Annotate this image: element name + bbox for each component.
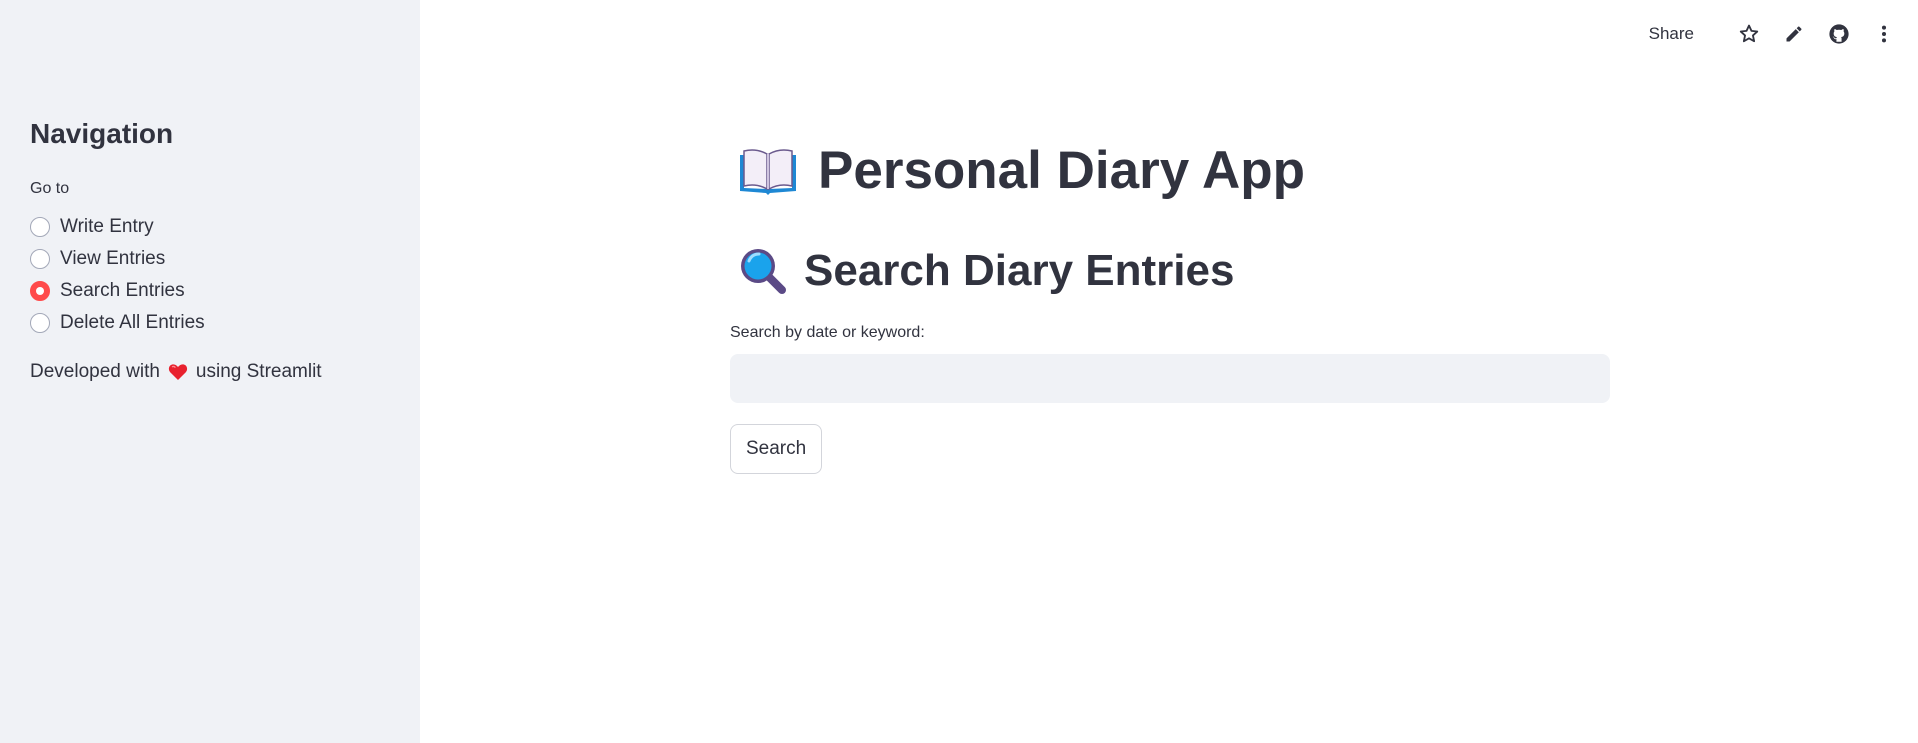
magnifying-glass-icon bbox=[738, 246, 788, 296]
radio-button[interactable] bbox=[30, 217, 50, 237]
search-button[interactable]: Search bbox=[730, 424, 823, 474]
radio-label: Write Entry bbox=[60, 216, 154, 237]
star-icon[interactable] bbox=[1737, 22, 1761, 46]
goto-label: Go to bbox=[30, 180, 70, 197]
sidebar: Navigation Go to Write Entry View Entrie… bbox=[0, 0, 420, 743]
radio-button[interactable] bbox=[30, 313, 50, 333]
radio-label: Search Entries bbox=[60, 280, 185, 301]
radio-option-delete-all-entries[interactable]: Delete All Entries bbox=[30, 307, 205, 339]
search-input-label: Search by date or keyword: bbox=[730, 324, 925, 341]
radio-button-selected[interactable] bbox=[30, 281, 50, 301]
footer-prefix: Developed with bbox=[30, 361, 160, 382]
sidebar-title: Navigation bbox=[30, 118, 174, 149]
radio-label: View Entries bbox=[60, 248, 166, 269]
section-subtitle-text: Search Diary Entries bbox=[804, 246, 1235, 295]
radio-option-search-entries[interactable]: Search Entries bbox=[30, 275, 205, 307]
sidebar-footer-note: Developed with using Streamlit bbox=[30, 361, 322, 383]
radio-button[interactable] bbox=[30, 249, 50, 269]
radio-label: Delete All Entries bbox=[60, 312, 205, 333]
share-button[interactable]: Share bbox=[1649, 24, 1694, 44]
section-subtitle: Search Diary Entries bbox=[730, 246, 1234, 296]
radio-option-view-entries[interactable]: View Entries bbox=[30, 243, 205, 275]
heart-icon bbox=[168, 362, 188, 382]
page-title: Personal Diary App bbox=[730, 140, 1305, 201]
app-root: Navigation Go to Write Entry View Entrie… bbox=[0, 0, 1918, 743]
github-icon[interactable] bbox=[1827, 22, 1851, 46]
navigation-radio-group: Write Entry View Entries Search Entries … bbox=[30, 211, 205, 339]
search-input[interactable] bbox=[730, 354, 1610, 403]
radio-option-write-entry[interactable]: Write Entry bbox=[30, 211, 205, 243]
more-vertical-icon[interactable] bbox=[1872, 22, 1896, 46]
footer-suffix: using Streamlit bbox=[195, 361, 322, 382]
open-book-icon bbox=[738, 145, 798, 197]
page-title-text: Personal Diary App bbox=[818, 141, 1305, 200]
pencil-icon[interactable] bbox=[1782, 22, 1806, 46]
top-toolbar: Share bbox=[1649, 22, 1896, 46]
